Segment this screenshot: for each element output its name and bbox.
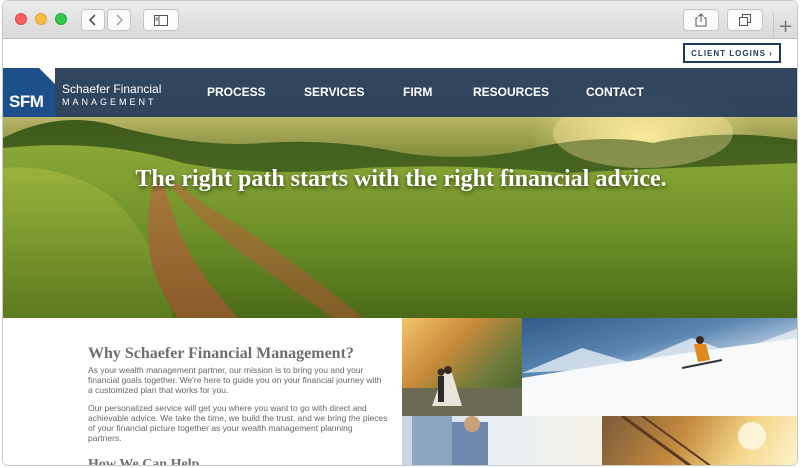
tabs-icon xyxy=(739,14,751,26)
sailboat-photo xyxy=(602,416,797,465)
back-button[interactable] xyxy=(81,9,105,31)
client-logins-button[interactable]: CLIENT LOGINS › xyxy=(683,43,781,63)
new-tab-button[interactable]: + xyxy=(773,13,797,39)
skier-illustration xyxy=(522,328,797,416)
main-navbar: SFM Schaefer Financial MANAGEMENT PROCES… xyxy=(3,68,797,117)
couple-walking-photo xyxy=(402,318,522,416)
how-we-can-help-heading: How We Can Help xyxy=(88,457,200,466)
nav-item-contact[interactable]: CONTACT xyxy=(586,85,644,99)
logo-mark: SFM xyxy=(9,92,44,111)
sidebar-icon xyxy=(154,14,168,26)
tabs-overview-button[interactable] xyxy=(727,9,763,31)
nav-item-resources[interactable]: RESOURCES xyxy=(473,85,549,99)
intro-heading: Why Schaefer Financial Management? xyxy=(88,345,354,362)
share-button[interactable] xyxy=(683,9,719,31)
couple-photo xyxy=(402,416,602,465)
minimize-window-button[interactable] xyxy=(35,13,47,25)
browser-window: + CLIENT LOGINS › SFM Schaefer Financial… xyxy=(2,0,798,466)
intro-section: Why Schaefer Financial Management? As yo… xyxy=(88,345,388,443)
chevron-left-icon xyxy=(88,14,96,26)
nav-item-process[interactable]: PROCESS xyxy=(207,85,266,99)
hero-tagline: The right path starts with the right fin… xyxy=(135,166,667,192)
plus-icon: + xyxy=(777,15,794,37)
nav-item-services[interactable]: SERVICES xyxy=(304,85,364,99)
hero-banner: SFM Schaefer Financial MANAGEMENT PROCES… xyxy=(3,68,797,318)
sailboat-illustration xyxy=(621,416,766,465)
web-page: CLIENT LOGINS › SFM Schaefer Financial M… xyxy=(3,39,797,466)
couple-illustration xyxy=(412,416,488,465)
share-icon xyxy=(695,13,707,27)
intro-paragraph-2: Our personalized service will get you wh… xyxy=(88,403,388,443)
logo-corner-accent xyxy=(39,68,55,84)
brand-subtitle[interactable]: MANAGEMENT xyxy=(62,97,157,107)
brand-name[interactable]: Schaefer Financial xyxy=(62,82,161,96)
intro-paragraph-1: As your wealth management partner, our m… xyxy=(88,365,382,395)
couple-walking-illustration xyxy=(402,366,522,416)
forward-button[interactable] xyxy=(107,9,131,31)
skier-photo xyxy=(522,318,797,416)
sfm-logo[interactable]: SFM xyxy=(3,68,55,117)
close-window-button[interactable] xyxy=(15,13,27,25)
nav-item-firm[interactable]: FIRM xyxy=(403,85,432,99)
browser-toolbar: + xyxy=(3,1,797,39)
sidebar-toggle-button[interactable] xyxy=(143,9,179,31)
chevron-right-icon xyxy=(116,14,124,26)
zoom-window-button[interactable] xyxy=(55,13,67,25)
